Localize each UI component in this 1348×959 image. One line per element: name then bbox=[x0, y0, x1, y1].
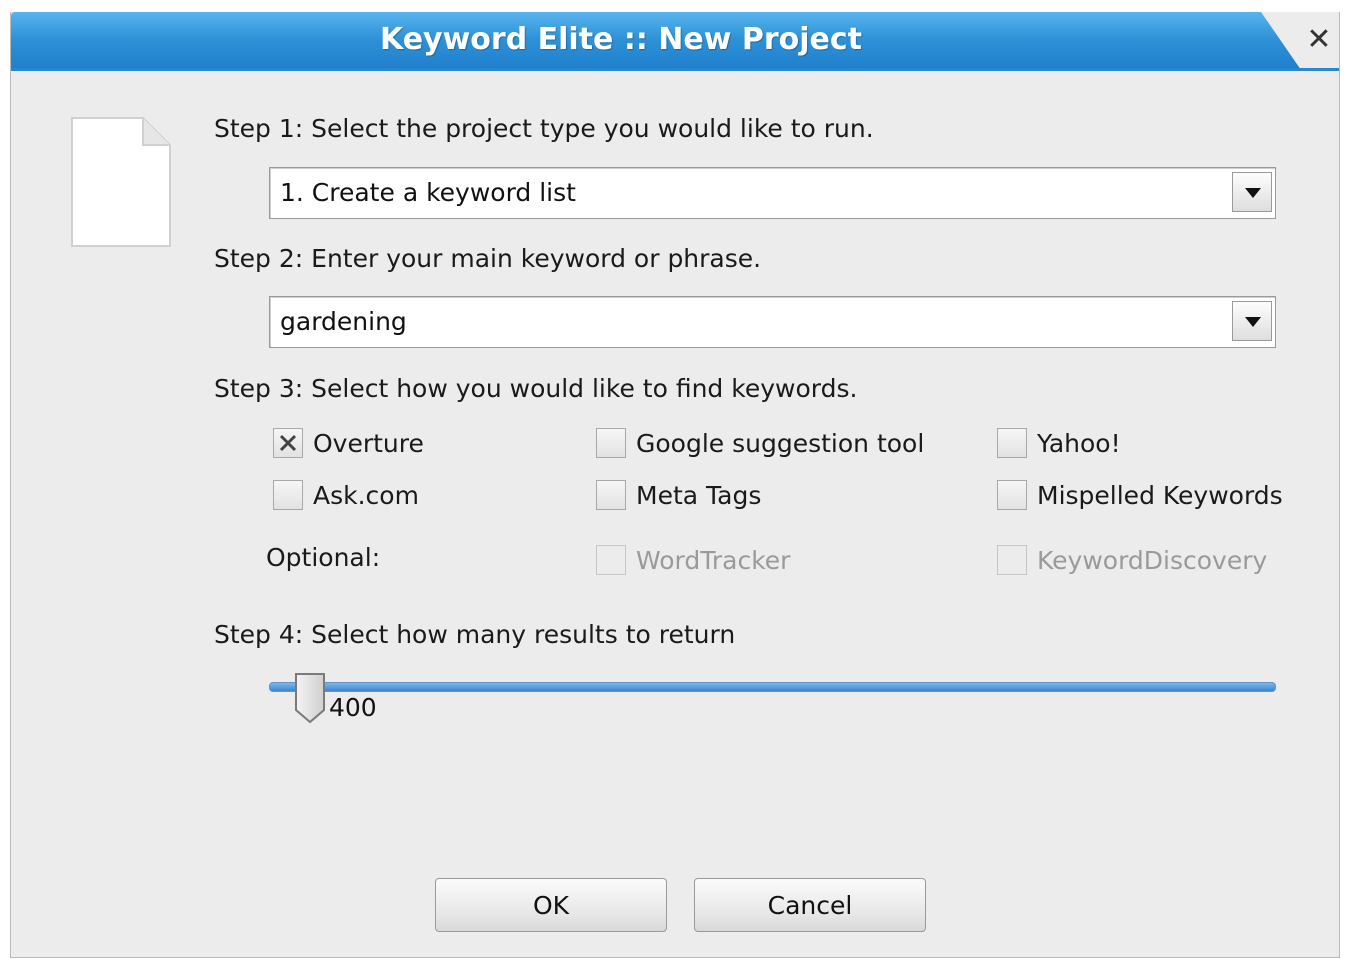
check-mark-icon bbox=[279, 434, 297, 452]
checkbox-google-suggestion[interactable]: Google suggestion tool bbox=[596, 428, 924, 458]
checkbox-label: Ask.com bbox=[313, 480, 419, 510]
checkbox-box[interactable] bbox=[273, 480, 303, 510]
title-underline bbox=[11, 68, 1339, 71]
checkbox-label: Google suggestion tool bbox=[636, 428, 925, 458]
optional-label: Optional: bbox=[266, 543, 381, 572]
checkbox-overture[interactable]: Overture bbox=[273, 428, 424, 458]
checkbox-label: Mispelled Keywords bbox=[1037, 480, 1283, 510]
checkbox-yahoo[interactable]: Yahoo! bbox=[997, 428, 1121, 458]
project-type-value: 1. Create a keyword list bbox=[280, 178, 576, 207]
step3-label: Step 3: Select how you would like to fin… bbox=[214, 374, 858, 403]
checkbox-label: WordTracker bbox=[636, 545, 791, 575]
ok-button[interactable]: OK bbox=[435, 878, 667, 932]
chevron-down-icon bbox=[1245, 188, 1261, 198]
checkbox-label: KeywordDiscovery bbox=[1037, 545, 1268, 575]
document-icon bbox=[71, 117, 171, 247]
cancel-button[interactable]: Cancel bbox=[694, 878, 926, 932]
checkbox-box bbox=[596, 545, 626, 575]
title-bar[interactable]: Keyword Elite :: New Project ✕ bbox=[11, 12, 1339, 71]
checkbox-box[interactable] bbox=[596, 480, 626, 510]
checkbox-ask[interactable]: Ask.com bbox=[273, 480, 419, 510]
project-type-dropdown-button[interactable] bbox=[1232, 172, 1272, 212]
results-count: 400 bbox=[329, 693, 377, 722]
checkbox-mispelled-keywords[interactable]: Mispelled Keywords bbox=[997, 480, 1283, 510]
checkbox-label: Meta Tags bbox=[636, 480, 762, 510]
checkbox-box[interactable] bbox=[596, 428, 626, 458]
checkbox-box bbox=[997, 545, 1027, 575]
new-project-dialog: Keyword Elite :: New Project ✕ Step 1: S… bbox=[10, 12, 1340, 958]
checkbox-box[interactable] bbox=[273, 428, 303, 458]
step1-label: Step 1: Select the project type you woul… bbox=[214, 114, 874, 143]
slider-thumb-icon[interactable] bbox=[294, 672, 326, 724]
window-title: Keyword Elite :: New Project bbox=[379, 22, 863, 57]
checkbox-box[interactable] bbox=[997, 480, 1027, 510]
checkbox-label: Overture bbox=[313, 428, 424, 458]
chevron-down-icon bbox=[1245, 317, 1261, 327]
close-icon[interactable]: ✕ bbox=[1303, 24, 1335, 56]
checkbox-meta-tags[interactable]: Meta Tags bbox=[596, 480, 761, 510]
step2-label: Step 2: Enter your main keyword or phras… bbox=[214, 244, 762, 273]
checkbox-keyworddiscovery: KeywordDiscovery bbox=[997, 545, 1267, 575]
checkbox-label: Yahoo! bbox=[1037, 428, 1121, 458]
keyword-combo[interactable]: gardening bbox=[269, 296, 1276, 348]
project-type-select[interactable]: 1. Create a keyword list bbox=[269, 167, 1276, 219]
results-slider-track[interactable] bbox=[269, 682, 1276, 692]
keyword-dropdown-button[interactable] bbox=[1232, 301, 1272, 341]
keyword-input[interactable]: gardening bbox=[280, 307, 407, 336]
checkbox-box[interactable] bbox=[997, 428, 1027, 458]
step4-label: Step 4: Select how many results to retur… bbox=[214, 620, 736, 649]
checkbox-wordtracker: WordTracker bbox=[596, 545, 790, 575]
